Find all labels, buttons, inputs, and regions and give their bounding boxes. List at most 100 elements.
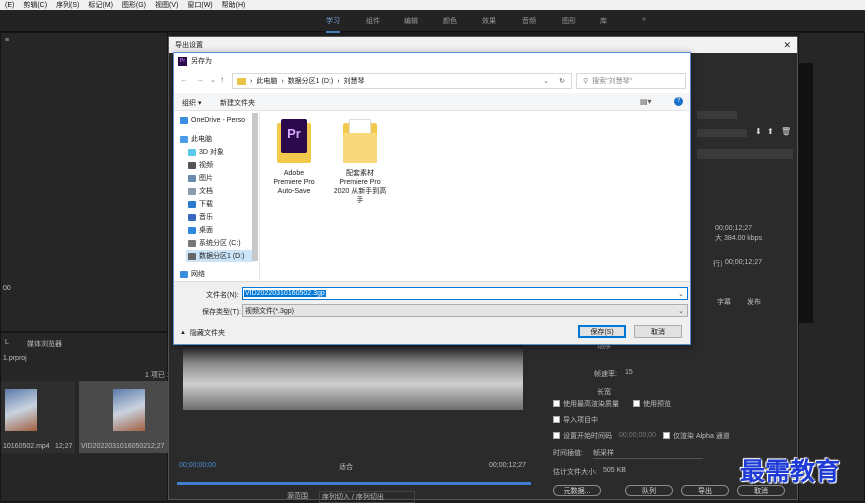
filesize-value: 505 KB bbox=[603, 467, 626, 474]
checkbox-box[interactable] bbox=[553, 432, 560, 439]
workspace-tab-libraries[interactable]: 库 bbox=[600, 16, 607, 26]
nav-network[interactable]: 网络 bbox=[180, 269, 205, 279]
max-render-quality-checkbox[interactable]: 使用最高渲染质量 bbox=[553, 399, 619, 409]
checkbox-box[interactable] bbox=[633, 400, 640, 407]
nav-label: 网络 bbox=[191, 271, 205, 278]
checkbox-box[interactable] bbox=[553, 416, 560, 423]
menu-window[interactable]: 窗口(W) bbox=[187, 0, 212, 10]
use-previews-checkbox[interactable]: 使用预览 bbox=[633, 399, 671, 409]
clip-image bbox=[113, 389, 145, 431]
refresh-icon[interactable]: ↻ bbox=[559, 77, 565, 85]
nav-videos[interactable]: 视频 bbox=[188, 160, 213, 170]
nav-documents[interactable]: 文档 bbox=[188, 186, 213, 196]
menu-help[interactable]: 帮助(H) bbox=[222, 0, 246, 10]
menu-graphics[interactable]: 图形(G) bbox=[122, 0, 146, 10]
filename-input[interactable]: VID20220310160502.3gp ⌄ bbox=[242, 287, 688, 300]
output-name-field[interactable] bbox=[697, 149, 793, 159]
organize-menu[interactable]: 组织 ▾ bbox=[182, 98, 201, 108]
menu-marker[interactable]: 标记(M) bbox=[88, 0, 113, 10]
workspace-more-button[interactable]: » bbox=[642, 16, 646, 23]
folder-name-line: 2020 从新手到高 bbox=[333, 188, 387, 195]
back-arrow-icon[interactable]: ← bbox=[180, 75, 188, 84]
breadcrumb-folder[interactable]: 刘慧琴 bbox=[344, 76, 365, 86]
nav-onedrive[interactable]: OneDrive - Perso bbox=[180, 117, 245, 124]
workspace-tab-assembly[interactable]: 组件 bbox=[366, 16, 380, 26]
address-bar[interactable]: › 此电脑 › 数据分区1 (D:) › 刘慧琴 ⌄ ↻ bbox=[232, 73, 572, 89]
nav-drive-d[interactable]: 数据分区1 (D:) bbox=[186, 250, 254, 262]
nav-this-pc[interactable]: 此电脑 bbox=[180, 134, 212, 144]
checkbox-box[interactable] bbox=[663, 432, 670, 439]
nav-scrollbar[interactable] bbox=[252, 113, 258, 261]
workspace-tab-audio[interactable]: 音频 bbox=[522, 16, 536, 26]
save-preset-icon[interactable]: ⬇ bbox=[755, 127, 762, 136]
panel-tab-label[interactable]: ≡ bbox=[5, 37, 9, 44]
workspace-tab-effects[interactable]: 效果 bbox=[482, 16, 496, 26]
workspace-tab-color[interactable]: 颜色 bbox=[443, 16, 457, 26]
set-timecode-checkbox[interactable]: 设置开始时间码 bbox=[553, 431, 612, 441]
timecode-input[interactable]: 00;00;00;00 bbox=[619, 432, 656, 439]
folder-adobe-autosave[interactable]: Pr Adobe Premiere Pro Auto-Save bbox=[262, 119, 326, 196]
menu-view[interactable]: 视图(V) bbox=[155, 0, 178, 10]
import-project-checkbox[interactable]: 导入项目中 bbox=[553, 415, 598, 425]
alpha-only-checkbox[interactable]: 仅渲染 Alpha 通道 bbox=[663, 431, 730, 441]
filetype-select[interactable]: 视频文件(*.3gp) ⌄ bbox=[242, 304, 688, 317]
workspace-tab-graphics[interactable]: 图形 bbox=[562, 16, 576, 26]
tab-captions[interactable]: 字幕 bbox=[717, 297, 731, 307]
close-icon[interactable]: ✕ bbox=[783, 40, 791, 51]
tab-publish[interactable]: 发布 bbox=[747, 297, 761, 307]
workspace-tab-learn[interactable]: 学习 bbox=[326, 16, 340, 33]
checkbox-box[interactable] bbox=[553, 400, 560, 407]
cloud-icon bbox=[180, 117, 188, 124]
nav-desktop[interactable]: 桌面 bbox=[188, 225, 213, 235]
nav-pictures[interactable]: 图片 bbox=[188, 173, 213, 183]
picture-icon bbox=[188, 174, 196, 182]
search-box[interactable]: ⚲ 搜索"刘慧琴" bbox=[576, 73, 686, 89]
source-range-dropdown[interactable]: 序列切入 / 序列切出 bbox=[319, 491, 415, 503]
download-icon bbox=[188, 200, 196, 208]
workspace-tab-editing[interactable]: 编辑 bbox=[404, 16, 418, 26]
nav-music[interactable]: 音乐 bbox=[188, 212, 213, 222]
navigation-pane: OneDrive - Perso 此电脑 3D 对象 视频 图片 文档 下载 音… bbox=[174, 111, 260, 281]
queue-button[interactable]: 队列 bbox=[625, 485, 673, 496]
timeline-range-bar[interactable] bbox=[177, 482, 531, 485]
premiere-app-icon: Pr bbox=[178, 56, 187, 66]
cancel-button[interactable]: 取消 bbox=[634, 325, 682, 338]
address-dropdown-icon[interactable]: ⌄ bbox=[543, 77, 549, 85]
chevron-down-icon[interactable]: ⌄ bbox=[678, 290, 684, 298]
menu-sequence[interactable]: 序列(S) bbox=[56, 0, 79, 10]
preset-dropdown[interactable] bbox=[697, 129, 747, 137]
breadcrumb-drive-d[interactable]: 数据分区1 (D:) bbox=[288, 76, 334, 86]
import-preset-icon[interactable]: ⬆ bbox=[767, 127, 774, 136]
filetype-value: 视频文件(*.3gp) bbox=[245, 307, 295, 315]
fit-dropdown[interactable]: 适合 bbox=[339, 462, 353, 472]
recent-chevron-icon[interactable]: ⌄ bbox=[210, 76, 216, 84]
chevron-down-icon[interactable]: ⌄ bbox=[678, 307, 684, 315]
delete-preset-icon[interactable]: 🗑 bbox=[781, 127, 791, 136]
menu-clip[interactable]: 剪辑(C) bbox=[23, 0, 47, 10]
save-button[interactable]: 保存(S) bbox=[578, 325, 626, 338]
menu-edit[interactable]: (E) bbox=[5, 2, 14, 9]
breadcrumb-this-pc[interactable]: 此电脑 bbox=[256, 76, 277, 86]
tab-media-browser[interactable]: 媒体浏览器 bbox=[27, 339, 62, 349]
help-icon[interactable]: ? bbox=[674, 97, 683, 106]
clip-thumbnail-1[interactable]: 10160502.mp4 12;27 bbox=[1, 381, 75, 453]
up-arrow-icon[interactable]: ↑ bbox=[220, 75, 224, 84]
frame-rate-value[interactable]: 15 bbox=[625, 369, 633, 376]
clip-thumbnail-2[interactable]: VID20220310160502 12;27 bbox=[79, 381, 169, 453]
forward-arrow-icon[interactable]: → bbox=[196, 75, 204, 84]
export-button[interactable]: 导出 bbox=[681, 485, 729, 496]
nav-downloads[interactable]: 下载 bbox=[188, 199, 213, 209]
save-as-dialog: Pr 另存为 ← → ⌄ ↑ › 此电脑 › 数据分区1 (D:) › 刘慧琴 … bbox=[173, 52, 691, 345]
nav-label: OneDrive - Perso bbox=[191, 117, 246, 124]
view-options-icon[interactable]: ▤▾ bbox=[640, 97, 652, 106]
nav-drive-c[interactable]: 系统分区 (C:) bbox=[188, 238, 241, 248]
time-interp-dropdown[interactable]: 帧采样 bbox=[593, 448, 703, 459]
metadata-button[interactable]: 元数据... bbox=[553, 485, 601, 496]
nav-3d-objects[interactable]: 3D 对象 bbox=[188, 147, 224, 157]
timecode-fragment: 00 bbox=[3, 285, 11, 292]
format-dropdown[interactable] bbox=[697, 111, 737, 119]
hide-folders-toggle[interactable]: ▲ 隐藏文件夹 bbox=[180, 328, 225, 338]
new-folder-button[interactable]: 新建文件夹 bbox=[220, 98, 255, 108]
folder-materials[interactable]: 配套素材 Premiere Pro 2020 从新手到高 手 bbox=[328, 119, 392, 205]
filename-label: 文件名(N): bbox=[206, 292, 239, 299]
